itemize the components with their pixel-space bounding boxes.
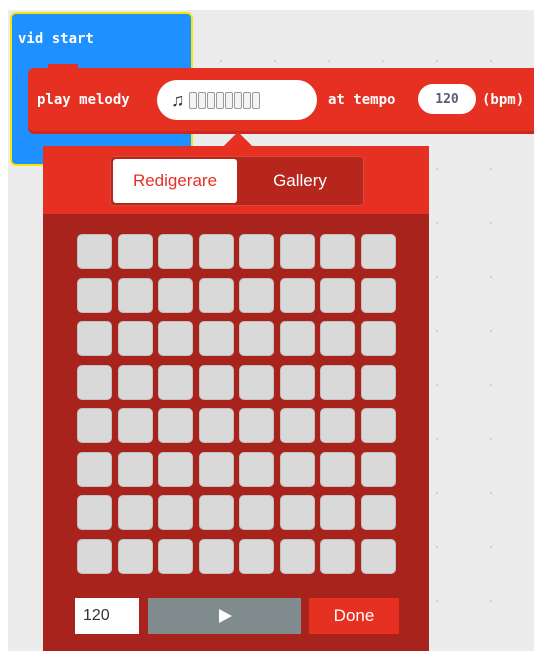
note-cell[interactable] (360, 538, 396, 574)
note-cell[interactable] (320, 451, 355, 487)
note-cell[interactable] (279, 495, 315, 530)
note-cell[interactable] (77, 408, 112, 443)
note-cell[interactable] (198, 321, 234, 356)
play-melody-label: play melody (37, 92, 130, 108)
melody-editor-popup: Redigerare Gallery 120 Done (43, 146, 429, 651)
tab-editor[interactable]: Redigerare (113, 159, 237, 203)
note-cell[interactable] (239, 538, 274, 574)
note-cell[interactable] (77, 538, 112, 574)
melody-preview-cell (206, 91, 215, 109)
note-cell[interactable] (198, 364, 234, 400)
note-cell[interactable] (117, 408, 153, 443)
note-cell[interactable] (117, 495, 153, 530)
bpm-label: (bpm) (482, 92, 525, 108)
note-cell[interactable] (158, 364, 193, 400)
note-cell[interactable] (320, 277, 355, 313)
note-cell[interactable] (158, 277, 193, 313)
note-cell[interactable] (279, 451, 315, 487)
note-cell[interactable] (198, 495, 234, 530)
note-cell[interactable] (198, 538, 234, 574)
melody-field[interactable]: ♫ (157, 80, 317, 120)
at-tempo-label: at tempo (328, 92, 396, 108)
note-cell[interactable] (320, 408, 355, 443)
play-icon (218, 609, 232, 623)
note-cell[interactable] (360, 451, 396, 487)
popup-header: Redigerare Gallery (43, 146, 429, 214)
melody-preview-cell (188, 91, 197, 109)
note-cell[interactable] (117, 234, 153, 269)
note-cell[interactable] (77, 321, 112, 356)
note-cell[interactable] (117, 277, 153, 313)
note-cell[interactable] (320, 234, 355, 269)
note-cell[interactable] (279, 277, 315, 313)
note-cell[interactable] (117, 451, 153, 487)
melody-grid (77, 234, 396, 574)
note-cell[interactable] (158, 538, 193, 574)
note-cell[interactable] (198, 234, 234, 269)
note-cell[interactable] (360, 408, 396, 443)
on-start-label: vid start (18, 31, 94, 47)
note-cell[interactable] (239, 364, 274, 400)
note-cell[interactable] (77, 451, 112, 487)
note-cell[interactable] (279, 234, 315, 269)
melody-preview-cell (242, 91, 251, 109)
note-cell[interactable] (360, 495, 396, 530)
melody-preview-cell (251, 91, 260, 109)
tempo-field[interactable]: 120 (418, 84, 476, 114)
note-cell[interactable] (158, 408, 193, 443)
note-cell[interactable] (279, 321, 315, 356)
note-cell[interactable] (360, 277, 396, 313)
music-note-icon: ♫ (171, 90, 185, 110)
note-cell[interactable] (279, 364, 315, 400)
melody-preview-cell (197, 91, 206, 109)
note-cell[interactable] (360, 364, 396, 400)
play-button[interactable] (148, 598, 301, 634)
note-cell[interactable] (239, 277, 274, 313)
note-cell[interactable] (198, 408, 234, 443)
melody-preview-cell (233, 91, 242, 109)
note-cell[interactable] (320, 495, 355, 530)
note-cell[interactable] (158, 234, 193, 269)
note-cell[interactable] (117, 364, 153, 400)
note-cell[interactable] (117, 321, 153, 356)
note-cell[interactable] (239, 408, 274, 443)
note-cell[interactable] (279, 538, 315, 574)
note-cell[interactable] (158, 321, 193, 356)
melody-preview-cell (224, 91, 233, 109)
note-cell[interactable] (239, 234, 274, 269)
note-cell[interactable] (117, 538, 153, 574)
note-cell[interactable] (77, 364, 112, 400)
note-cell[interactable] (360, 234, 396, 269)
note-cell[interactable] (77, 495, 112, 530)
note-cell[interactable] (77, 277, 112, 313)
note-cell[interactable] (320, 538, 355, 574)
note-cell[interactable] (320, 321, 355, 356)
note-cell[interactable] (239, 321, 274, 356)
note-cell[interactable] (158, 451, 193, 487)
melody-preview-cell (215, 91, 224, 109)
note-cell[interactable] (320, 364, 355, 400)
note-cell[interactable] (77, 234, 112, 269)
note-cell[interactable] (360, 321, 396, 356)
note-cell[interactable] (198, 277, 234, 313)
editor-tabs: Redigerare Gallery (110, 156, 364, 206)
note-cell[interactable] (239, 451, 274, 487)
tempo-input[interactable]: 120 (75, 598, 139, 634)
note-cell[interactable] (239, 495, 274, 530)
done-button[interactable]: Done (309, 598, 399, 634)
note-cell[interactable] (158, 495, 193, 530)
note-cell[interactable] (279, 408, 315, 443)
tab-gallery[interactable]: Gallery (239, 159, 361, 203)
note-cell[interactable] (198, 451, 234, 487)
